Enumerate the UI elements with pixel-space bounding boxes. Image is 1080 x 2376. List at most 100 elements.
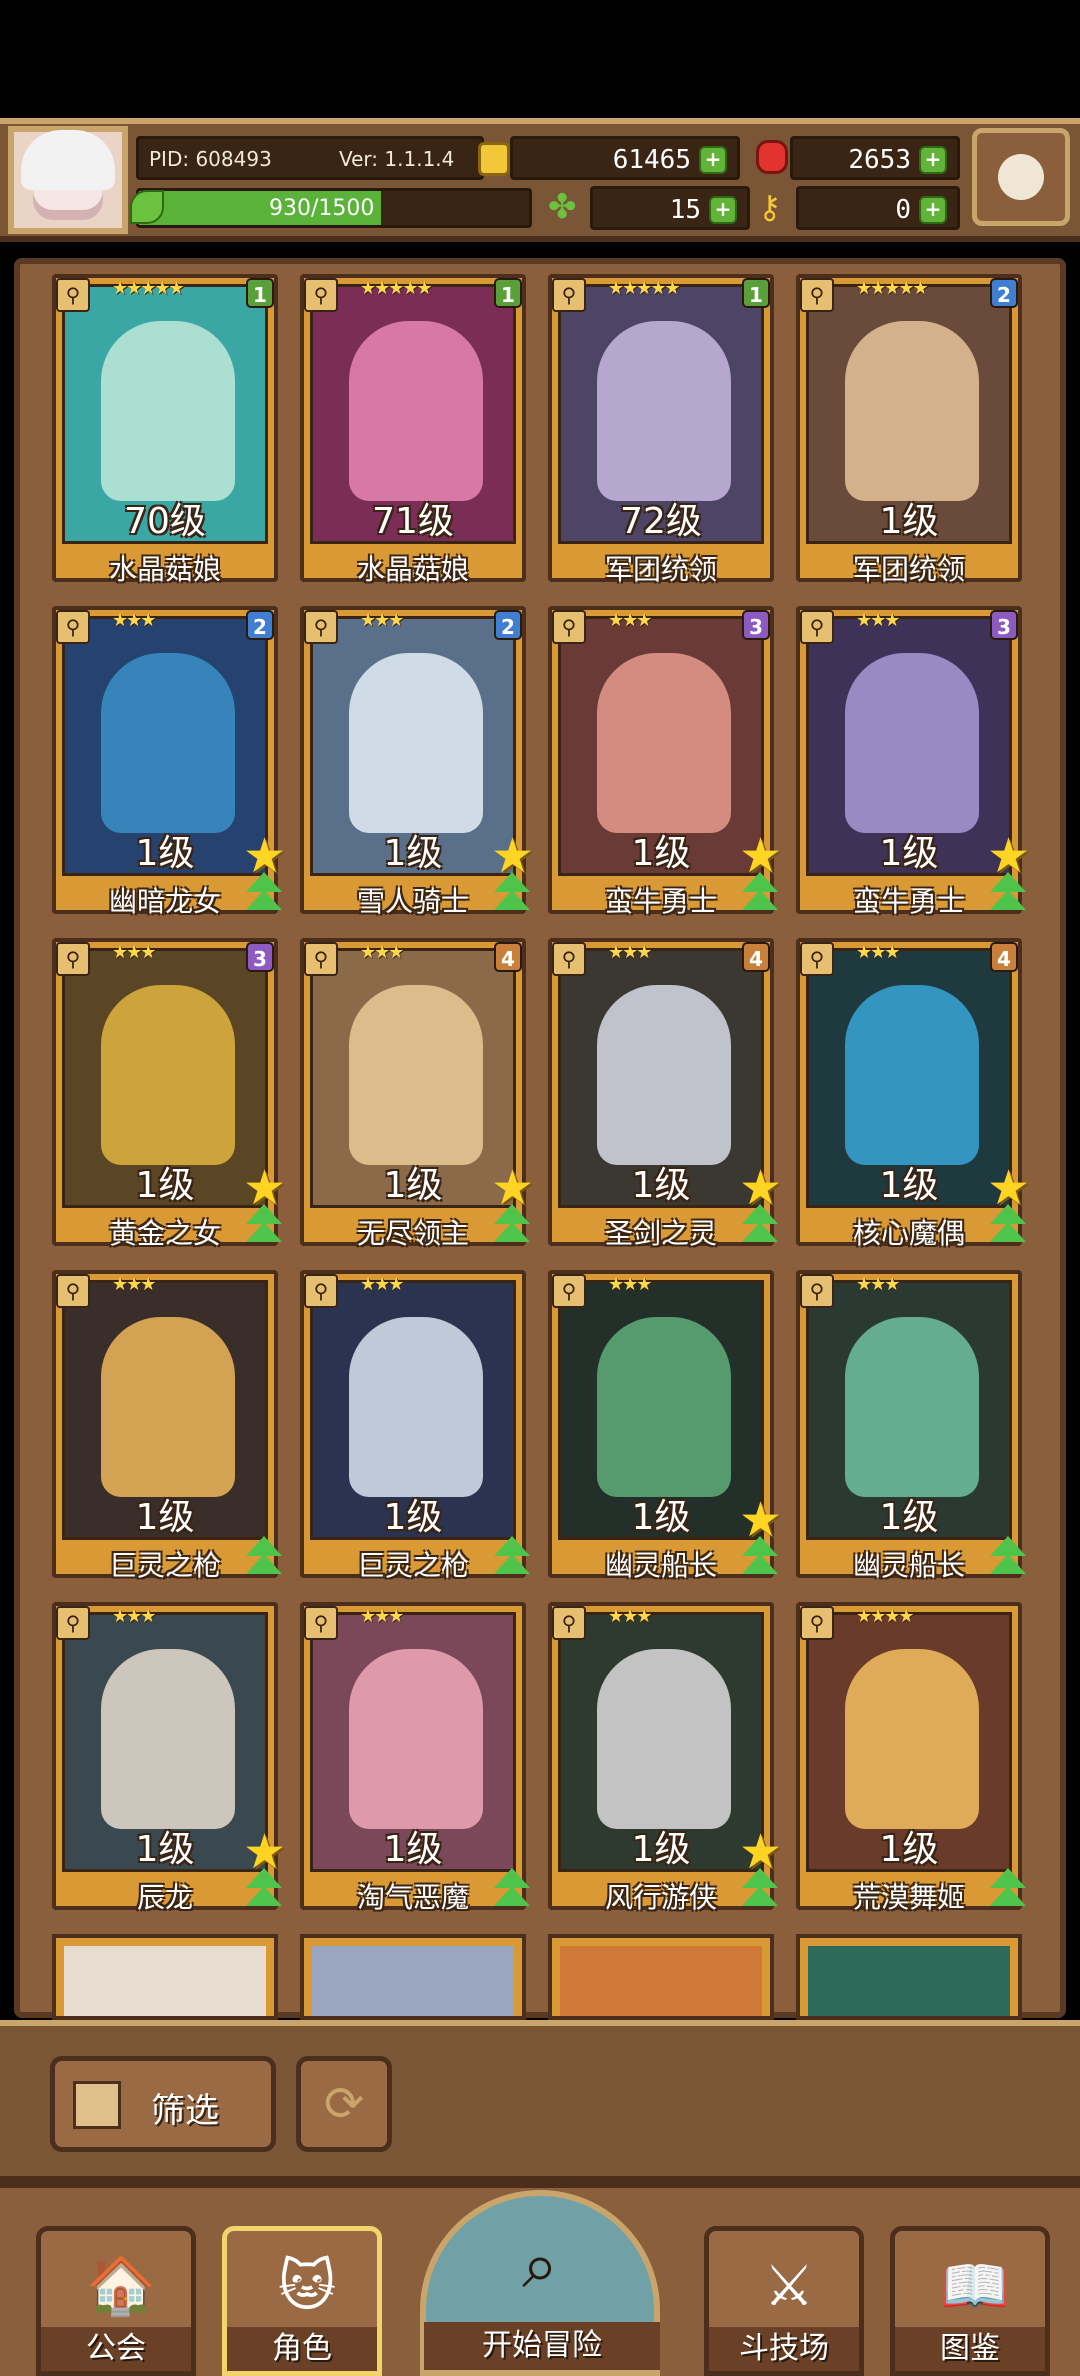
character-figure — [349, 985, 483, 1165]
upgrade-arrow-icon — [986, 1868, 1030, 1912]
weapon-icon: ⚲ — [56, 1274, 90, 1308]
card-stars: ★★★★★ — [360, 278, 433, 299]
character-card[interactable]: ⚲ ★★★ 4 1级 无尽领主 ★ — [300, 938, 534, 1250]
card-level: 1级 — [135, 1497, 195, 1538]
character-card[interactable]: ⚲★★★1级巨灵之枪★ — [52, 1270, 282, 1582]
settings-button[interactable] — [972, 128, 1070, 226]
upgrade-arrow-icon — [490, 1536, 534, 1580]
weapon-icon: ⚲ — [304, 610, 338, 644]
card-stars: ★★★★★ — [856, 278, 929, 299]
card-stars: ★★★ — [112, 1606, 156, 1627]
weapon-icon: ⚲ — [800, 278, 834, 312]
rank-badge: 4 — [494, 942, 522, 972]
upgrade-arrow-icon — [490, 872, 534, 916]
card-level: 1级 — [383, 1829, 443, 1870]
gem-amount: 2653 — [848, 145, 911, 175]
card-name: 水晶菇娘 — [108, 553, 221, 586]
player-id: PID: 608493 — [149, 147, 272, 171]
character-card[interactable]: ⚲★★★1级巨灵之枪★ — [300, 1270, 530, 1582]
rank-badge: 3 — [246, 942, 274, 972]
card-level: 1级 — [879, 1497, 939, 1538]
character-card[interactable]: ⚲ ★★★ 1级 辰龙 ★ — [52, 1602, 286, 1914]
character-figure — [101, 653, 235, 833]
gold-box: 61465 + — [510, 136, 740, 180]
character-card[interactable]: ⚲ ★★★ 2 1级 雪人骑士 ★ — [300, 606, 534, 918]
weapon-icon: ⚲ — [800, 1606, 834, 1640]
rank-badge: 1 — [494, 278, 522, 308]
card-level: 71级 — [372, 501, 454, 542]
character-card-partial[interactable] — [548, 1934, 774, 2020]
character-card[interactable]: ⚲★★★★★172级军团统领★ — [548, 274, 774, 586]
key-amount: 0 — [895, 195, 911, 225]
character-card[interactable]: ⚲ ★★★ 4 1级 圣剑之灵 ★ — [548, 938, 782, 1250]
rank-badge: 4 — [742, 942, 770, 972]
nav-codex[interactable]: 📖 图鉴 — [890, 2226, 1050, 2376]
character-card-partial[interactable] — [52, 1934, 278, 2020]
card-level: 70级 — [124, 501, 206, 542]
upgrade-arrow-icon — [242, 872, 286, 916]
character-card[interactable]: ⚲★★★★★171级水晶菇娘★ — [300, 274, 526, 586]
upgrade-arrow-icon — [242, 1868, 286, 1912]
upgrade-arrow-icon — [986, 872, 1030, 916]
exp-value: 930/1500 — [269, 196, 375, 221]
upgrade-arrow-icon — [242, 1536, 286, 1580]
nav-guild[interactable]: 🏠 公会 — [36, 2226, 196, 2376]
clover-icon: ✤ — [548, 187, 577, 227]
card-stars: ★★★ — [112, 610, 156, 631]
gold-add-button[interactable]: + — [699, 146, 727, 174]
rank-badge: 1 — [742, 278, 770, 308]
upgrade-arrow-icon — [738, 872, 782, 916]
player-avatar[interactable] — [8, 126, 128, 234]
nav-character[interactable]: 🐱 角色 — [222, 2226, 382, 2376]
weapon-icon: ⚲ — [552, 1274, 586, 1308]
character-card[interactable]: ⚲ ★★★ 3 1级 蛮牛勇士 ★ — [548, 606, 782, 918]
character-figure — [845, 1317, 979, 1497]
character-figure — [101, 1317, 235, 1497]
card-stars: ★★★★★ — [112, 278, 185, 299]
key-box: 0 + — [796, 186, 960, 230]
card-stars: ★★★★ — [856, 1606, 915, 1627]
clover-add-button[interactable]: + — [709, 196, 737, 224]
character-card[interactable]: ⚲★★★★1级荒漠舞姬★ — [796, 1602, 1026, 1914]
start-adventure-label: 开始冒险 — [424, 2322, 660, 2370]
weapon-icon: ⚲ — [552, 1606, 586, 1640]
upgrade-arrow-icon — [986, 1536, 1030, 1580]
character-card[interactable]: ⚲ ★★★ 1级 风行游侠 ★ — [548, 1602, 782, 1914]
grid-icon — [73, 2081, 121, 2129]
character-portrait — [312, 1946, 514, 2016]
game-version: Ver: 1.1.1.4 — [339, 147, 455, 171]
nav-arena[interactable]: ⚔ 斗技场 — [704, 2226, 864, 2376]
character-card-partial[interactable] — [300, 1934, 526, 2020]
character-card[interactable]: ⚲★★★★★170级水晶菇娘★ — [52, 274, 278, 586]
gem-add-button[interactable]: + — [919, 146, 947, 174]
key-add-button[interactable]: + — [919, 196, 947, 224]
character-figure — [845, 985, 979, 1165]
rank-badge: 2 — [246, 610, 274, 640]
refresh-button[interactable]: ⟳ — [296, 2056, 392, 2152]
character-card-partial[interactable] — [796, 1934, 1022, 2020]
card-stars: ★★★ — [608, 610, 652, 631]
card-stars: ★★★ — [360, 942, 404, 963]
character-card[interactable]: ⚲ ★★★ 3 1级 蛮牛勇士 ★ — [796, 606, 1030, 918]
character-icon: 🐱 — [277, 2254, 337, 2319]
character-card[interactable]: ⚲ ★★★ 4 1级 核心魔偶 ★ — [796, 938, 1030, 1250]
weapon-icon: ⚲ — [56, 1606, 90, 1640]
card-stars: ★★★ — [360, 1274, 404, 1295]
card-name: 军团统领 — [604, 553, 717, 586]
character-figure — [101, 321, 235, 501]
character-card[interactable]: ⚲★★★★★21级军团统领★ — [796, 274, 1022, 586]
character-card[interactable]: ⚲ ★★★ 2 1级 幽暗龙女 ★ — [52, 606, 286, 918]
character-card[interactable]: ⚲★★★1级淘气恶魔★ — [300, 1602, 530, 1914]
refresh-icon: ⟳ — [323, 2076, 365, 2132]
key-icon: ⚷ — [758, 188, 782, 226]
character-card[interactable]: ⚲★★★1级幽灵船长★ — [796, 1270, 1026, 1582]
character-figure — [101, 1649, 235, 1829]
rank-badge: 4 — [990, 942, 1018, 972]
character-card[interactable]: ⚲★★★1级幽灵船长★ — [548, 1270, 782, 1582]
weapon-icon: ⚲ — [552, 610, 586, 644]
filter-button[interactable]: 筛选 — [50, 2056, 276, 2152]
clover-box: 15 + — [590, 186, 750, 230]
character-card[interactable]: ⚲ ★★★ 3 1级 黄金之女 ★ — [52, 938, 286, 1250]
upgrade-arrow-icon — [738, 1536, 782, 1580]
character-figure — [101, 985, 235, 1165]
